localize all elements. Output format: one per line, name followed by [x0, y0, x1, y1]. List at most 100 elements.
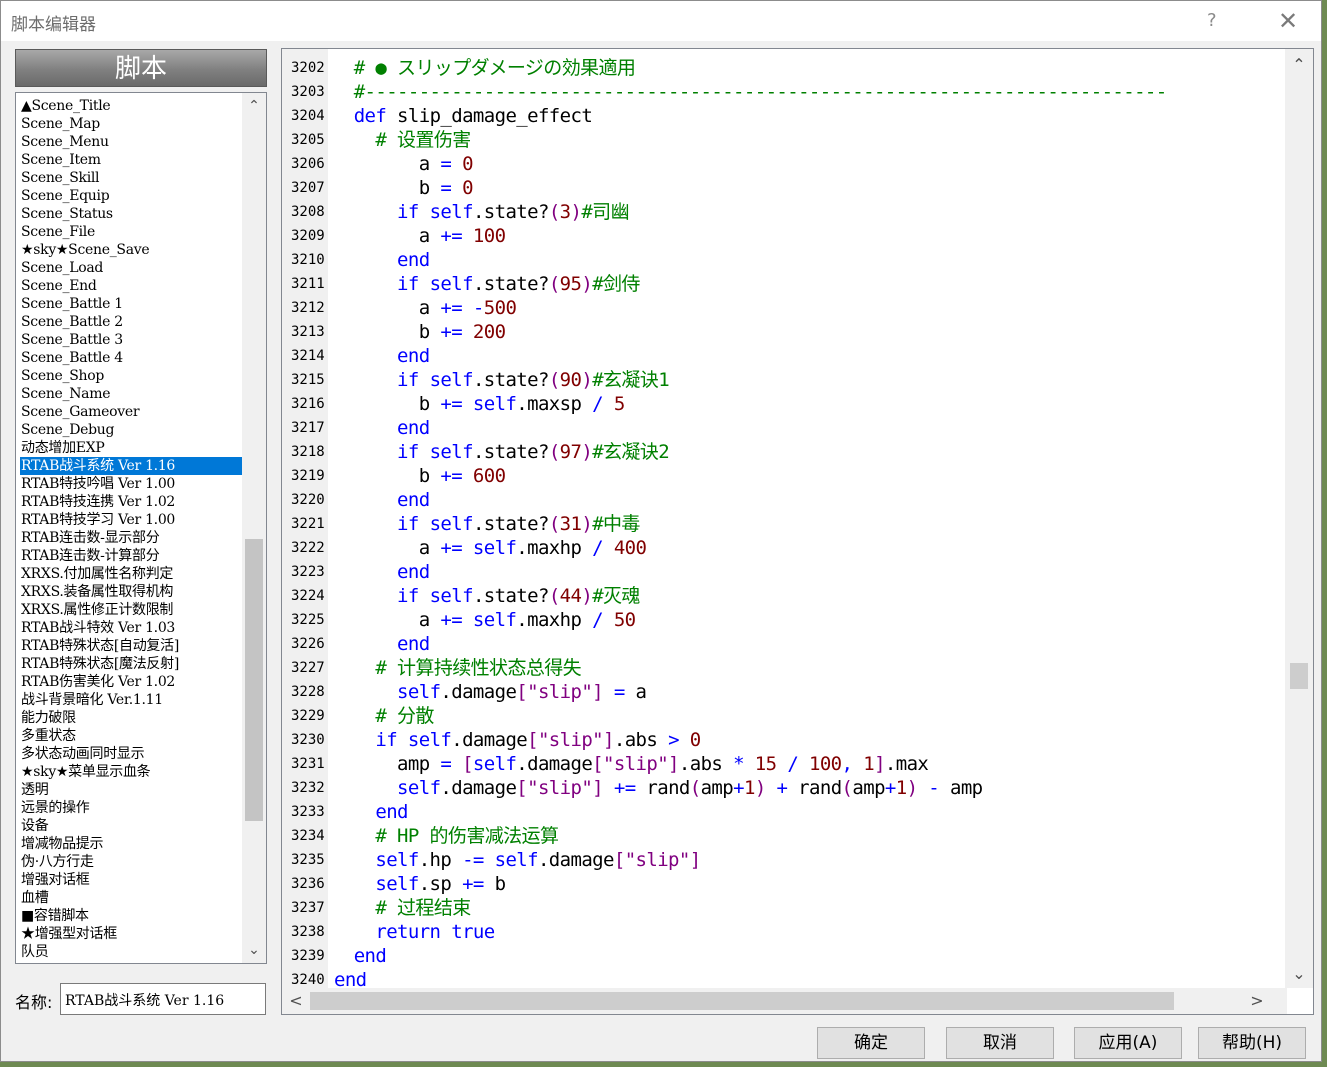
code-line[interactable]: end: [332, 800, 408, 824]
help-question-icon[interactable]: ?: [1207, 10, 1217, 31]
script-list-item[interactable]: 远景的操作: [20, 799, 242, 817]
script-list-item[interactable]: ★sky★Scene_Save: [20, 241, 242, 259]
script-list-item[interactable]: Scene_End: [20, 277, 242, 295]
editor-vertical-scrollbar[interactable]: ⌃ ⌄: [1285, 49, 1313, 988]
code-line[interactable]: # HP 的伤害减法运算: [332, 824, 559, 848]
scroll-up-icon[interactable]: ⌃: [1285, 53, 1313, 77]
code-line[interactable]: if self.state?(31)#中毒: [332, 512, 640, 536]
code-line[interactable]: return true: [332, 920, 495, 944]
code-line[interactable]: # 计算持续性状态总得失: [332, 656, 581, 680]
code-line[interactable]: # 设置伤害: [332, 128, 471, 152]
code-line[interactable]: a = 0: [332, 152, 474, 176]
script-list-item[interactable]: 能力破限: [20, 709, 242, 727]
code-line[interactable]: if self.state?(44)#灭魂: [332, 584, 640, 608]
script-list-item[interactable]: RTAB特技连携 Ver 1.02: [20, 493, 242, 511]
code-line[interactable]: end: [332, 632, 430, 656]
code-line[interactable]: end: [332, 944, 387, 968]
script-list-item[interactable]: ▲Scene_Title: [20, 97, 242, 115]
scroll-up-icon[interactable]: ⌃: [242, 95, 266, 117]
apply-button[interactable]: 应用(A): [1074, 1027, 1182, 1059]
script-list-item[interactable]: 增减物品提示: [20, 835, 242, 853]
code-line[interactable]: self.damage["slip"] = a: [332, 680, 647, 704]
help-button[interactable]: 帮助(H): [1198, 1027, 1306, 1059]
script-list-item[interactable]: RTAB连击数-显示部分: [20, 529, 242, 547]
script-list-item[interactable]: 动态增加EXP: [20, 439, 242, 457]
script-list-item[interactable]: 多重状态: [20, 727, 242, 745]
code-line[interactable]: b += 600: [332, 464, 506, 488]
script-list-scrollbar[interactable]: ⌃ ⌄: [242, 93, 266, 963]
code-line[interactable]: def slip_damage_effect: [332, 104, 593, 128]
code-line[interactable]: amp = [self.damage["slip"].abs * 15 / 10…: [332, 752, 929, 776]
code-line[interactable]: if self.state?(90)#玄凝诀1: [332, 368, 670, 392]
script-list-item[interactable]: Scene_Menu: [20, 133, 242, 151]
script-list-item[interactable]: Scene_Battle 3: [20, 331, 242, 349]
code-line[interactable]: b = 0: [332, 176, 474, 200]
script-list-item[interactable]: 血槽: [20, 889, 242, 907]
code-line[interactable]: if self.state?(3)#司幽: [332, 200, 630, 224]
code-line[interactable]: if self.state?(95)#剑侍: [332, 272, 640, 296]
script-list-item[interactable]: 增强对话框: [20, 871, 242, 889]
script-list-item[interactable]: 队员: [20, 943, 242, 961]
script-list-item[interactable]: ■容错脚本: [20, 907, 242, 925]
scrollbar-thumb[interactable]: [1290, 663, 1308, 689]
script-list-item[interactable]: RTAB特殊状态[魔法反射]: [20, 655, 242, 673]
script-list-item[interactable]: Scene_Equip: [20, 187, 242, 205]
code-line[interactable]: end: [332, 248, 430, 272]
script-list-item[interactable]: Scene_Item: [20, 151, 242, 169]
code-line[interactable]: self.sp += b: [332, 872, 506, 896]
script-list-item[interactable]: Scene_Map: [20, 115, 242, 133]
code-line[interactable]: a += 100: [332, 224, 506, 248]
script-list[interactable]: ▲Scene_Title Scene_Map Scene_Menu Scene_Ite…: [15, 92, 267, 964]
script-list-item[interactable]: RTAB特技学习 Ver 1.00: [20, 511, 242, 529]
script-list-item[interactable]: Scene_Skill: [20, 169, 242, 187]
ok-button[interactable]: 确定: [817, 1027, 925, 1059]
script-list-item[interactable]: Scene_Shop: [20, 367, 242, 385]
script-list-item[interactable]: Scene_Battle 1: [20, 295, 242, 313]
code-line[interactable]: # ● スリップダメージの効果適用: [332, 56, 636, 80]
script-list-item[interactable]: RTAB特技吟唱 Ver 1.00: [20, 475, 242, 493]
scrollbar-thumb[interactable]: [245, 539, 263, 821]
scroll-down-icon[interactable]: ⌄: [1285, 962, 1313, 986]
script-list-item[interactable]: RTAB战斗系统 Ver 1.16: [20, 457, 242, 475]
script-list-item[interactable]: Scene_Battle 4: [20, 349, 242, 367]
script-list-item[interactable]: Scene_Gameover: [20, 403, 242, 421]
script-list-item[interactable]: XRXS.装备属性取得机构: [20, 583, 242, 601]
script-list-item[interactable]: RTAB连击数-计算部分: [20, 547, 242, 565]
code-line[interactable]: end: [332, 488, 430, 512]
scroll-right-icon[interactable]: >: [1245, 988, 1269, 1014]
script-list-item[interactable]: ★增强型对话框: [20, 925, 242, 943]
script-list-item[interactable]: RTAB战斗特效 Ver 1.03: [20, 619, 242, 637]
script-list-item[interactable]: ★sky★菜单显示血条: [20, 763, 242, 781]
scroll-left-icon[interactable]: <: [284, 988, 308, 1014]
cancel-button[interactable]: 取消: [946, 1027, 1054, 1059]
script-list-item[interactable]: RTAB伤害美化 Ver 1.02: [20, 673, 242, 691]
script-list-item[interactable]: Scene_Status: [20, 205, 242, 223]
code-line[interactable]: end: [332, 560, 430, 584]
script-list-item[interactable]: 透明: [20, 781, 242, 799]
code-line[interactable]: if self.damage["slip"].abs > 0: [332, 728, 701, 752]
code-line[interactable]: a += self.maxhp / 50: [332, 608, 636, 632]
script-list-item[interactable]: RTAB特殊状态[自动复活]: [20, 637, 242, 655]
script-list-item[interactable]: 伪·八方行走: [20, 853, 242, 871]
script-list-item[interactable]: XRXS.付加属性名称判定: [20, 565, 242, 583]
code-line[interactable]: b += 200: [332, 320, 506, 344]
code-line[interactable]: # 分散: [332, 704, 434, 728]
code-line[interactable]: # 过程结束: [332, 896, 471, 920]
script-list-item[interactable]: Scene_Name: [20, 385, 242, 403]
code-line[interactable]: self.damage["slip"] += rand(amp+1) + ran…: [332, 776, 983, 800]
script-list-item[interactable]: Scene_File: [20, 223, 242, 241]
script-list-item[interactable]: 战斗背景暗化 Ver.1.11: [20, 691, 242, 709]
script-name-input[interactable]: RTAB战斗系统 Ver 1.16: [60, 983, 266, 1015]
script-list-item[interactable]: 多状态动画同时显示: [20, 745, 242, 763]
script-list-item[interactable]: Scene_Battle 2: [20, 313, 242, 331]
script-list-item[interactable]: XRXS.属性修正计数限制: [20, 601, 242, 619]
script-list-item[interactable]: 设备: [20, 817, 242, 835]
code-line[interactable]: b += self.maxsp / 5: [332, 392, 626, 416]
code-line[interactable]: if self.state?(97)#玄凝诀2: [332, 440, 670, 464]
code-line[interactable]: end: [332, 344, 430, 368]
code-line[interactable]: a += self.maxhp / 400: [332, 536, 647, 560]
code-line[interactable]: #---------------------------------------…: [332, 80, 1168, 104]
code-editor[interactable]: 3202 3203 3204 3205 3206 3207 3208 3209 3210 3211…: [281, 48, 1314, 1015]
script-list-item[interactable]: Scene_Load: [20, 259, 242, 277]
scroll-down-icon[interactable]: ⌄: [242, 939, 266, 961]
